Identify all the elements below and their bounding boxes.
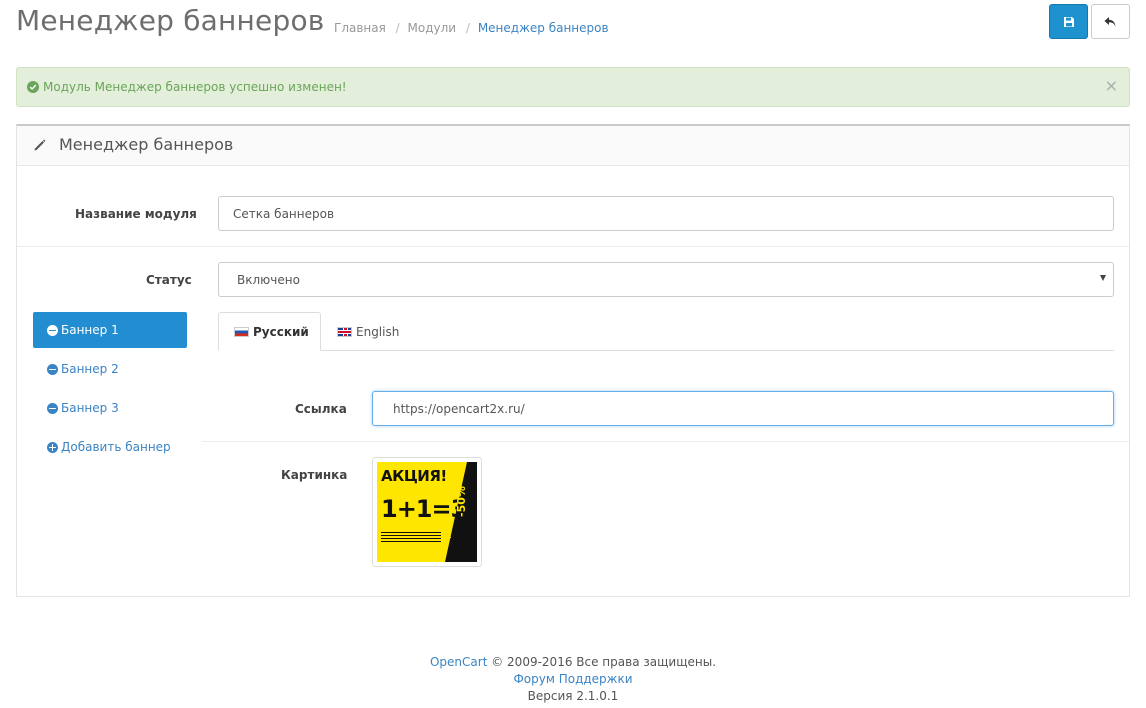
floppy-disk-icon — [1063, 16, 1074, 27]
banner-image-thumbnail[interactable]: АКЦИЯ! 1+1=3 -50% — [372, 457, 482, 567]
check-circle-icon — [27, 81, 39, 93]
banner-image-text: -50% — [455, 486, 468, 517]
nav-banner-2[interactable]: Баннер 2 — [33, 351, 187, 387]
minus-circle-icon — [47, 324, 58, 336]
breadcrumb-current[interactable]: Менеджер баннеров — [478, 21, 609, 35]
nav-banner-label: Баннер 3 — [61, 401, 119, 415]
tab-russian[interactable]: Русский — [218, 312, 321, 351]
status-select-value: Включено — [237, 273, 300, 287]
minus-circle-icon — [47, 402, 58, 414]
plus-circle-icon — [47, 441, 58, 453]
nav-banner-1[interactable]: Баннер 1 — [33, 312, 187, 348]
nav-banner-3[interactable]: Баннер 3 — [33, 390, 187, 426]
panel-title: Менеджер баннеров — [59, 135, 234, 154]
module-name-input[interactable]: Сетка баннеров — [218, 196, 1114, 231]
link-input[interactable]: https://opencart2x.ru/ — [372, 391, 1114, 426]
breadcrumb-separator: / — [465, 21, 470, 35]
version-text: Версия 2.1.0.1 — [527, 689, 619, 703]
row-divider — [202, 441, 1129, 442]
pencil-icon — [34, 139, 46, 151]
support-forum-link[interactable]: Форум Поддержки — [513, 672, 632, 686]
row-divider — [17, 246, 1129, 247]
uk-flag-icon — [337, 326, 352, 337]
panel-heading: Менеджер баннеров — [17, 126, 1129, 166]
image-label: Картинка — [281, 468, 348, 482]
opencart-link[interactable]: OpenCart — [430, 655, 487, 669]
minus-circle-icon — [47, 363, 58, 375]
tab-label: Русский — [253, 324, 309, 339]
breadcrumb-home[interactable]: Главная — [334, 21, 386, 35]
banner-image-text: 1+1=3 — [381, 495, 467, 523]
breadcrumb-separator: / — [395, 21, 400, 35]
breadcrumb-modules[interactable]: Модули — [408, 21, 457, 35]
reply-arrow-icon — [1104, 16, 1116, 26]
add-banner-link[interactable]: Добавить баннер — [33, 429, 187, 465]
nav-banner-label: Баннер 2 — [61, 362, 119, 376]
add-banner-label: Добавить баннер — [61, 440, 171, 454]
link-label: Ссылка — [295, 402, 347, 416]
save-button[interactable] — [1049, 4, 1088, 39]
back-button[interactable] — [1091, 4, 1130, 39]
status-select[interactable]: Включено — [218, 262, 1114, 297]
breadcrumb: Главная / Модули / Менеджер баннеров — [334, 21, 609, 35]
footer: OpenCart © 2009-2016 Все права защищены.… — [0, 654, 1146, 705]
ru-flag-icon — [234, 326, 249, 337]
close-alert-button[interactable]: × — [1105, 78, 1118, 94]
dropdown-caret-icon — [1100, 275, 1106, 281]
status-label: Статус — [146, 273, 192, 287]
tab-english[interactable]: English — [322, 312, 414, 351]
banner-image: АКЦИЯ! 1+1=3 -50% — [377, 462, 477, 562]
tab-label: English — [356, 324, 400, 339]
page-title: Менеджер баннеров — [16, 4, 325, 37]
success-alert: Модуль Менеджер баннеров успешно изменен… — [16, 67, 1130, 107]
module-name-label: Название модуля — [75, 207, 197, 221]
page-header: Менеджер баннеров Главная / Модули / Мен… — [16, 0, 1130, 56]
nav-banner-label: Баннер 1 — [61, 323, 119, 337]
banner-image-text: АКЦИЯ! — [381, 467, 447, 485]
alert-message: Модуль Менеджер баннеров успешно изменен… — [43, 80, 347, 94]
banner-manager-panel: Менеджер баннеров Название модуля Сетка … — [16, 124, 1130, 597]
copyright-text: © 2009-2016 Все права защищены. — [491, 655, 717, 669]
